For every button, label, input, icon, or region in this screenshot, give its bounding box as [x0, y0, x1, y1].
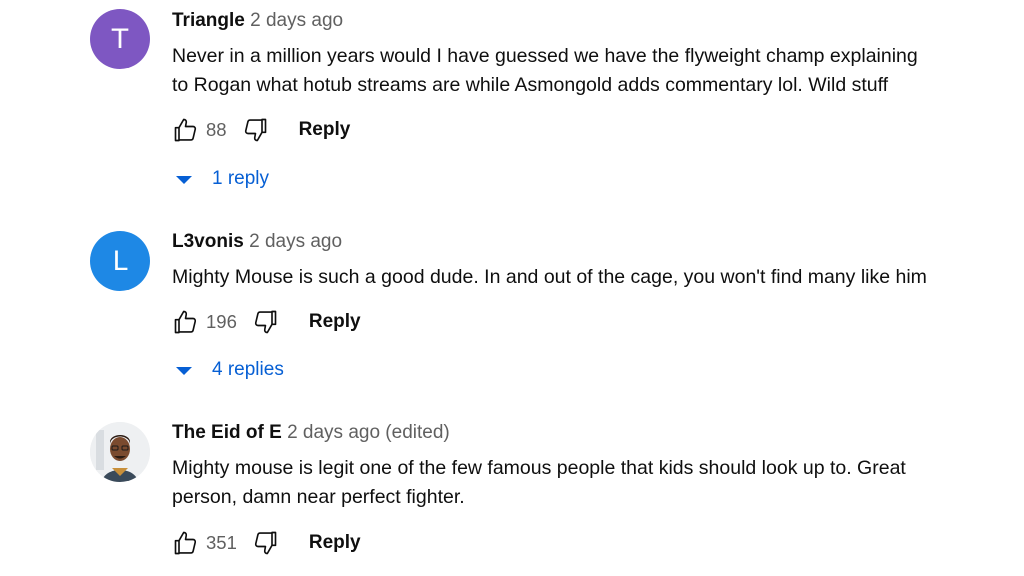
- like-button[interactable]: [170, 306, 202, 338]
- like-button[interactable]: [170, 114, 202, 146]
- dislike-button[interactable]: [239, 114, 271, 146]
- reply-button[interactable]: Reply: [299, 119, 351, 141]
- thumb-down-icon: [254, 531, 277, 555]
- avatar[interactable]: [90, 422, 150, 482]
- replies-count: 4 replies: [212, 359, 284, 380]
- avatar[interactable]: L: [90, 231, 150, 291]
- dislike-button[interactable]: [249, 527, 281, 559]
- triangle-down-icon: [176, 176, 192, 184]
- view-replies-button[interactable]: 4 replies: [176, 359, 284, 381]
- thumb-up-icon: [174, 531, 197, 555]
- comment-actions: 351 Reply: [170, 525, 361, 561]
- reply-button[interactable]: Reply: [309, 532, 361, 554]
- view-replies-button[interactable]: 1 reply: [176, 168, 269, 190]
- like-button[interactable]: [170, 527, 202, 559]
- replies-count: 1 reply: [212, 168, 270, 189]
- comment-line: Never in a million years would I have gu…: [172, 45, 918, 67]
- avatar-letter: L: [112, 245, 128, 277]
- avatar[interactable]: T: [90, 9, 150, 69]
- thumb-up-icon: [174, 118, 197, 142]
- author-name[interactable]: Triangle: [172, 10, 245, 31]
- reply-button[interactable]: Reply: [309, 311, 361, 333]
- comment-text: Never in a million years would I have gu…: [172, 42, 982, 100]
- comment-text: Mighty mouse is legit one of the few fam…: [172, 454, 982, 512]
- comment-header: The Eid of E 2 days ago (edited): [172, 422, 450, 444]
- like-count: 196: [206, 311, 237, 332]
- like-count: 351: [206, 532, 237, 553]
- avatar-letter: T: [111, 23, 129, 55]
- comment-time[interactable]: 2 days ago: [250, 10, 343, 31]
- dislike-button[interactable]: [249, 306, 281, 338]
- thumb-up-icon: [174, 310, 197, 334]
- comment-time[interactable]: 2 days ago: [249, 231, 342, 252]
- comment-header: L3vonis 2 days ago: [172, 231, 342, 253]
- comment-line: Mighty Mouse is such a good dude. In and…: [172, 266, 927, 288]
- triangle-down-icon: [176, 367, 192, 375]
- comment-text: Mighty Mouse is such a good dude. In and…: [172, 263, 982, 292]
- comment-line: person, damn near perfect fighter.: [172, 486, 465, 508]
- comment-time[interactable]: 2 days ago (edited): [287, 422, 450, 443]
- like-count: 88: [206, 119, 227, 140]
- comment-line: Mighty mouse is legit one of the few fam…: [172, 457, 906, 479]
- author-name[interactable]: The Eid of E: [172, 422, 282, 443]
- comment-actions: 88 Reply: [170, 112, 350, 148]
- avatar-illustration: [90, 422, 150, 482]
- comment-header: Triangle 2 days ago: [172, 10, 343, 32]
- thumb-down-icon: [244, 118, 266, 142]
- author-name[interactable]: L3vonis: [172, 231, 244, 252]
- comment-actions: 196 Reply: [170, 304, 361, 340]
- comment-line: to Rogan what hotub streams are while As…: [172, 74, 889, 96]
- thumb-down-icon: [254, 310, 277, 334]
